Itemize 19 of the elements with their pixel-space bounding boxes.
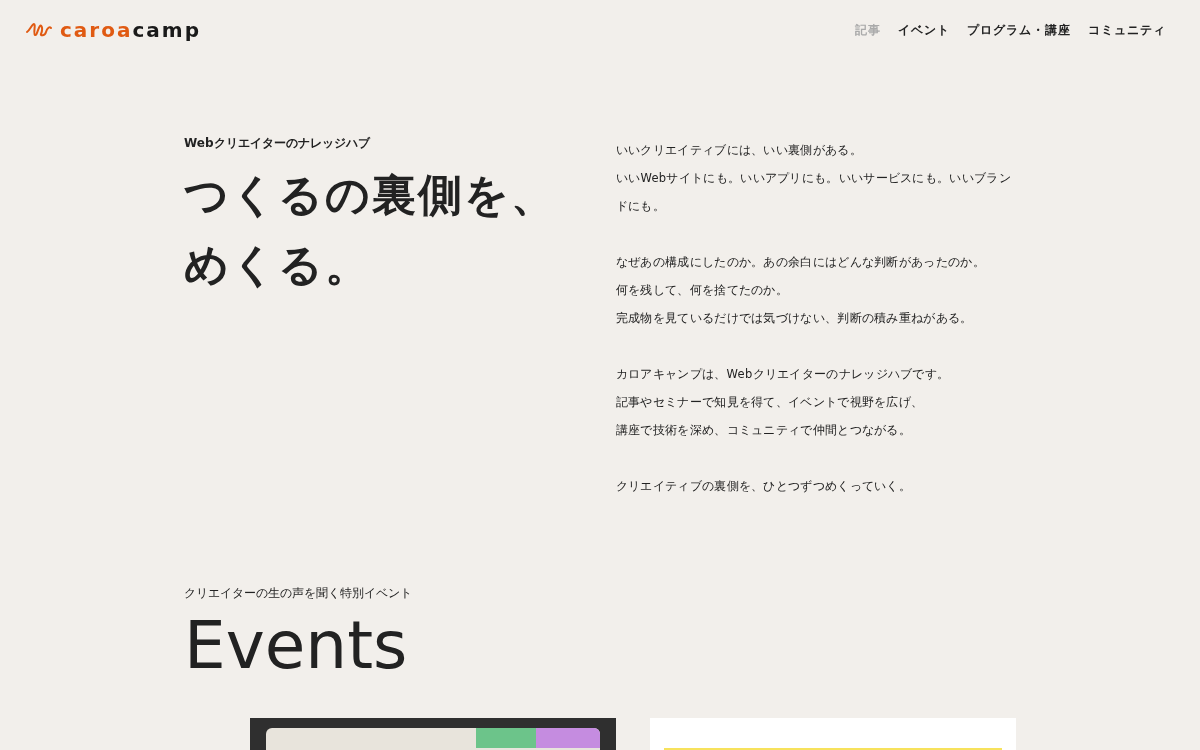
- intro-text: 講座で技術を深め、コミュニティで仲間とつながる。: [615, 422, 913, 439]
- intro-text: いいクリエイティブには、いい裏側がある。: [615, 142, 863, 159]
- events-eyebrow: クリエイターの生の声を聞く特別イベント: [184, 585, 413, 602]
- events-title: Events: [184, 606, 409, 686]
- intro-text: いいWebサイトにも。いいアプリにも。いいサービスにも。いいブランドにも。: [615, 170, 1012, 215]
- intro-text: カロアキャンプは、Webクリエイターのナレッジハブです。: [615, 366, 951, 383]
- nav-link[interactable]: プログラム・講座: [967, 21, 1071, 39]
- intro-text: 何を残して、何を捨てたのか。: [615, 282, 790, 299]
- logo-text: caroacamp: [60, 20, 201, 40]
- intro-text: 記事やセミナーで知見を得て、イベントで視野を広げ、: [615, 394, 925, 411]
- nav-link[interactable]: コミュニティ: [1088, 21, 1166, 39]
- intro-text: 完成物を見ているだけでは気づけない、判断の積み重ねがある。: [615, 310, 974, 327]
- site-logo[interactable]: caroacamp: [26, 20, 201, 40]
- hero-eyebrow: Webクリエイターのナレッジハブ: [184, 135, 372, 152]
- nav-link[interactable]: イベント: [898, 21, 950, 39]
- intro-text: なぜあの構成にしたのか。あの余白にはどんな判断があったのか。: [615, 254, 986, 271]
- intro-text: クリエイティブの裏側を、ひとつずつめくっていく。: [615, 478, 913, 495]
- logo-mark-icon: [26, 22, 52, 38]
- hero-title: つくるの裏側を、 めくる。: [184, 168, 558, 292]
